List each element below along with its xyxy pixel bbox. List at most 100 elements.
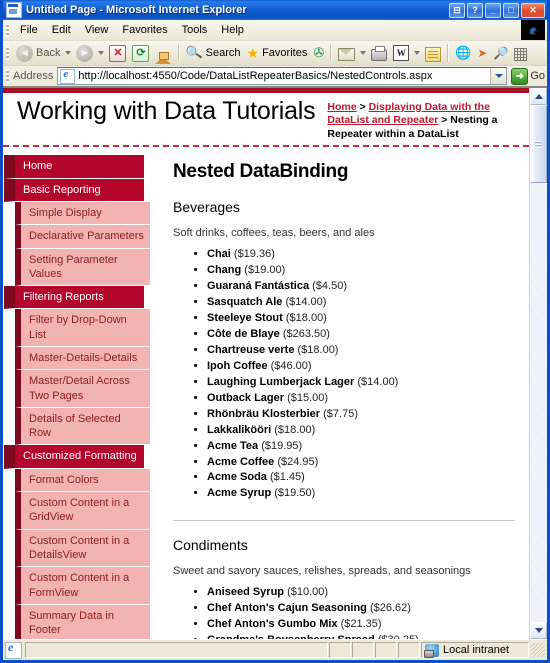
scrollbar-track[interactable] xyxy=(530,105,547,622)
search-button[interactable]: 🔍 Search xyxy=(183,43,243,64)
menu-grip[interactable] xyxy=(6,23,9,37)
sidebar-item-master-detail-across-two-pages[interactable]: Master/Detail Across Two Pages xyxy=(15,370,150,408)
sidebar-item-setting-parameter-values[interactable]: Setting Parameter Values xyxy=(15,248,150,287)
address-dropdown-button[interactable] xyxy=(490,68,507,84)
list-item: Lakkalikööri ($18.00) xyxy=(207,423,515,439)
sidebar-item-simple-display[interactable]: Simple Display xyxy=(15,201,150,226)
notes-button[interactable] xyxy=(422,43,444,64)
product-price: ($14.00) xyxy=(285,296,327,309)
edit-word-button[interactable]: W xyxy=(390,43,412,64)
sidebar-item-filter-by-drop-down-list[interactable]: Filter by Drop-Down List xyxy=(15,309,150,347)
sidebar-item-master-details-details[interactable]: Master-Details-Details xyxy=(15,346,150,371)
stop-button[interactable]: ✕ xyxy=(106,43,129,64)
sidebar-item-declarative-parameters[interactable]: Declarative Parameters xyxy=(15,225,150,249)
product-name: Aniseed Syrup xyxy=(207,586,285,599)
menu-file[interactable]: File xyxy=(13,22,45,38)
category-separator xyxy=(173,520,515,522)
menu-edit[interactable]: Edit xyxy=(45,22,78,38)
window-title: Untitled Page - Microsoft Internet Explo… xyxy=(26,4,247,16)
sidebar-item-home[interactable]: Home xyxy=(4,155,144,179)
bird-icon: ➤ xyxy=(477,46,488,60)
menu-help[interactable]: Help xyxy=(214,22,251,38)
title-bar: Untitled Page - Microsoft Internet Explo… xyxy=(3,0,547,20)
favorites-button[interactable]: ★ Favorites xyxy=(244,43,311,64)
menu-tools[interactable]: Tools xyxy=(175,22,215,38)
vertical-scrollbar[interactable] xyxy=(529,88,547,639)
address-url-text: http://localhost:4550/Code/DataListRepea… xyxy=(78,70,433,82)
bird-button[interactable]: ➤ xyxy=(474,43,490,64)
list-item: Acme Coffee ($24.95) xyxy=(207,455,515,471)
product-price: ($263.50) xyxy=(282,328,330,340)
grid-icon xyxy=(514,47,528,61)
maximize-button[interactable]: □ xyxy=(503,2,519,18)
print-button[interactable] xyxy=(368,43,390,64)
scroll-down-button[interactable] xyxy=(530,622,547,639)
list-item: Chai ($19.36) xyxy=(207,247,515,263)
sidebar-item-custom-content-formview[interactable]: Custom Content in a FormView xyxy=(15,567,150,605)
back-dropdown-chevron-icon[interactable] xyxy=(65,51,72,55)
list-item: Acme Tea ($19.95) xyxy=(207,439,515,455)
product-price: ($19.95) xyxy=(261,439,303,452)
category-description: Soft drinks, coffees, teas, beers, and a… xyxy=(173,227,375,240)
mail-button[interactable] xyxy=(335,43,358,64)
research-button[interactable]: 🔎 xyxy=(490,43,511,64)
restore-down-button[interactable]: ? xyxy=(467,2,483,18)
edit-dropdown-chevron-icon[interactable] xyxy=(414,51,421,55)
product-name: Chef Anton's Cajun Seasoning xyxy=(207,602,367,615)
forward-icon: ► xyxy=(76,44,94,62)
list-item: Steeleye Stout ($18.00) xyxy=(207,311,515,327)
refresh-button[interactable]: ⟳ xyxy=(129,43,152,64)
mail-dropdown-chevron-icon[interactable] xyxy=(360,51,367,55)
minimize-button[interactable]: _ xyxy=(485,2,501,18)
sidebar-item-details-of-selected-row[interactable]: Details of Selected Row xyxy=(15,407,150,446)
favorites-star-icon: ★ xyxy=(246,45,260,61)
sidebar-item-format-colors[interactable]: Format Colors xyxy=(15,468,150,493)
home-button[interactable] xyxy=(152,43,175,64)
forward-dropdown-chevron-icon[interactable] xyxy=(98,51,105,55)
sidebar-item-custom-content-gridview[interactable]: Custom Content in a GridView xyxy=(15,492,150,530)
scrollbar-thumb[interactable] xyxy=(530,105,547,183)
close-button[interactable]: ✕ xyxy=(521,2,545,18)
messenger-button[interactable]: 🌐 xyxy=(452,43,474,64)
toolbar-grip[interactable] xyxy=(6,46,9,60)
research-icon: 🔎 xyxy=(493,46,509,60)
product-name: Côte de Blaye xyxy=(207,328,280,340)
status-cell-1 xyxy=(329,642,351,658)
product-price: ($21.35) xyxy=(340,618,382,631)
product-price: ($24.95) xyxy=(277,455,319,468)
product-price: ($19.50) xyxy=(274,487,316,500)
sidebar-item-custom-content-detailsview[interactable]: Custom Content in a DetailsView xyxy=(15,529,150,568)
content-heading: Nested DataBinding xyxy=(173,161,349,183)
product-name: Acme Soda xyxy=(207,471,267,484)
product-name: Acme Coffee xyxy=(207,455,275,468)
resize-grip[interactable] xyxy=(531,643,545,657)
status-security-zone[interactable]: Local intranet xyxy=(421,642,529,658)
list-item: Ipoh Coffee ($46.00) xyxy=(207,359,515,375)
product-price: ($30.25) xyxy=(378,634,419,639)
menu-favorites[interactable]: Favorites xyxy=(115,22,174,38)
menu-view[interactable]: View xyxy=(78,22,116,38)
sidebar-item-summary-data-in-footer[interactable]: Summary Data in Footer xyxy=(15,604,150,639)
sidebar-item-basic-reporting[interactable]: Basic Reporting xyxy=(4,178,144,202)
sidebar-item-customized-formatting[interactable]: Customized Formatting xyxy=(4,445,144,469)
tray-button[interactable]: ⊟ xyxy=(449,2,465,18)
product-price: ($26.62) xyxy=(369,602,411,615)
list-item: Chef Anton's Gumbo Mix ($21.35) xyxy=(207,617,515,633)
edit-word-icon: W xyxy=(393,45,410,61)
forward-button[interactable]: ► xyxy=(73,43,96,64)
history-button[interactable]: ✇ xyxy=(310,43,327,64)
product-price: ($1.45) xyxy=(269,471,305,484)
breadcrumb-home-link[interactable]: Home xyxy=(327,101,356,113)
sidebar-item-filtering-reports[interactable]: Filtering Reports xyxy=(4,286,144,310)
list-item: Chartreuse verte ($18.00) xyxy=(207,343,515,359)
address-input[interactable]: http://localhost:4550/Code/DataListRepea… xyxy=(57,67,508,85)
product-price: ($14.00) xyxy=(357,375,399,388)
scroll-up-button[interactable] xyxy=(530,88,547,105)
back-button[interactable]: ◄ Back xyxy=(13,43,63,64)
grid-button[interactable] xyxy=(511,43,530,64)
product-list: Aniseed Syrup ($10.00) Chef Anton's Caju… xyxy=(173,585,515,639)
page-title: Working with Data Tutorials xyxy=(17,97,316,125)
product-price: ($18.00) xyxy=(274,423,316,436)
go-button[interactable]: ➜ Go xyxy=(511,67,545,85)
address-grip[interactable] xyxy=(6,69,9,83)
